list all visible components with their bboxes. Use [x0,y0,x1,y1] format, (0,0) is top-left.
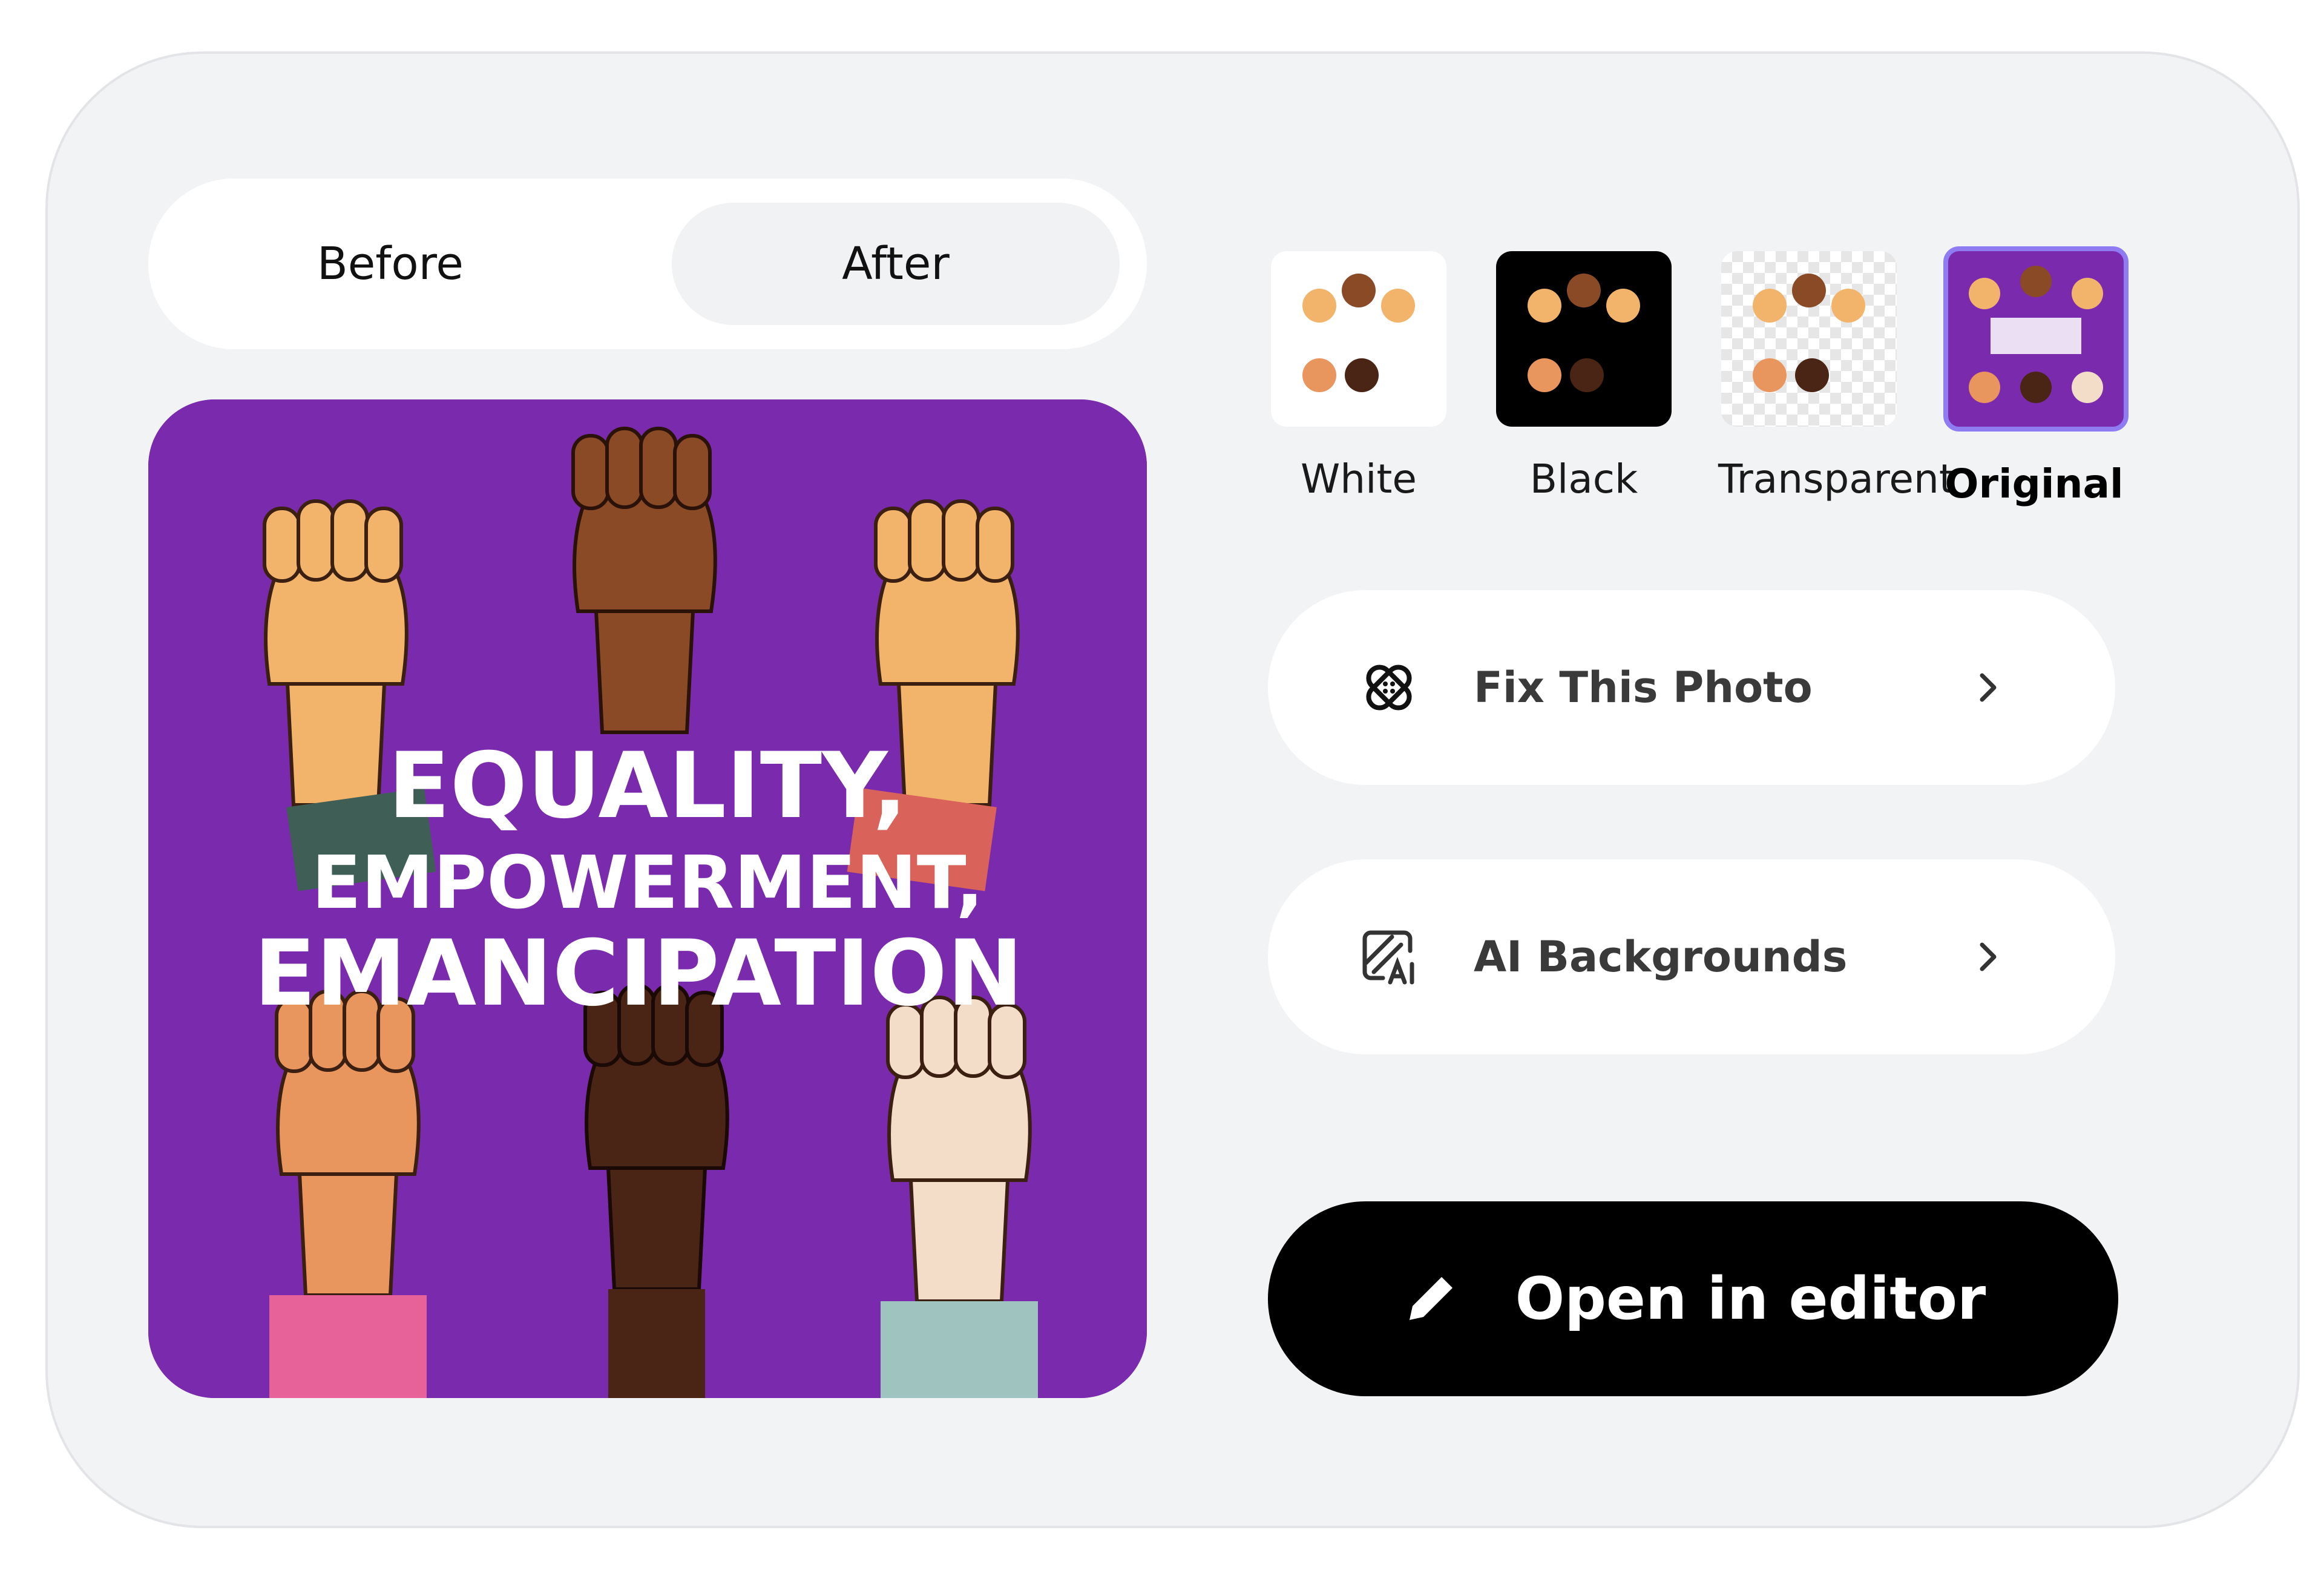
poster-line-3: EMANCIPATION [254,921,1023,1026]
before-tab[interactable]: Before [166,203,614,325]
open-in-editor-label: Open in editor [1515,1265,1986,1333]
bg-label-transparent: Transparent [1718,456,1955,502]
bandage-icon [1366,665,1412,711]
ai-backgrounds-button[interactable]: AI Backgrounds [1268,859,2115,1054]
bg-label-black: Black [1529,456,1638,502]
chevron-right-icon [1980,942,1997,971]
fix-photo-button[interactable]: Fix This Photo [1268,590,2115,785]
image-preview: EQUALITY, EMPOWERMENT, EMANCIPATION [148,399,1147,1398]
ai-backgrounds-icon [1362,930,1414,985]
ai-backgrounds-label: AI Backgrounds [1474,932,1848,982]
bg-thumb-black [1496,251,1672,427]
bg-option-white[interactable]: White [1268,251,1449,502]
before-after-toggle: Before After [148,179,1147,349]
bg-label-original: Original [1945,461,2124,507]
poster-line-1: EQUALITY, [388,734,907,839]
bg-option-black[interactable]: Black [1493,251,1675,502]
bg-option-original[interactable]: Original [1943,246,2129,507]
bg-thumb-original [1943,246,2129,432]
chevron-right-icon [1980,673,1997,702]
bg-option-transparent[interactable]: Transparent [1718,251,1955,502]
bg-thumb-white [1271,251,1446,427]
open-in-editor-button[interactable]: Open in editor [1268,1201,2118,1396]
after-tab[interactable]: After [672,203,1120,325]
bg-thumb-transparent [1721,251,1897,427]
fix-photo-label: Fix This Photo [1474,663,1813,712]
bg-label-white: White [1301,456,1417,502]
poster-line-2: EMPOWERMENT, [312,841,983,925]
pencil-icon [1409,1273,1456,1320]
